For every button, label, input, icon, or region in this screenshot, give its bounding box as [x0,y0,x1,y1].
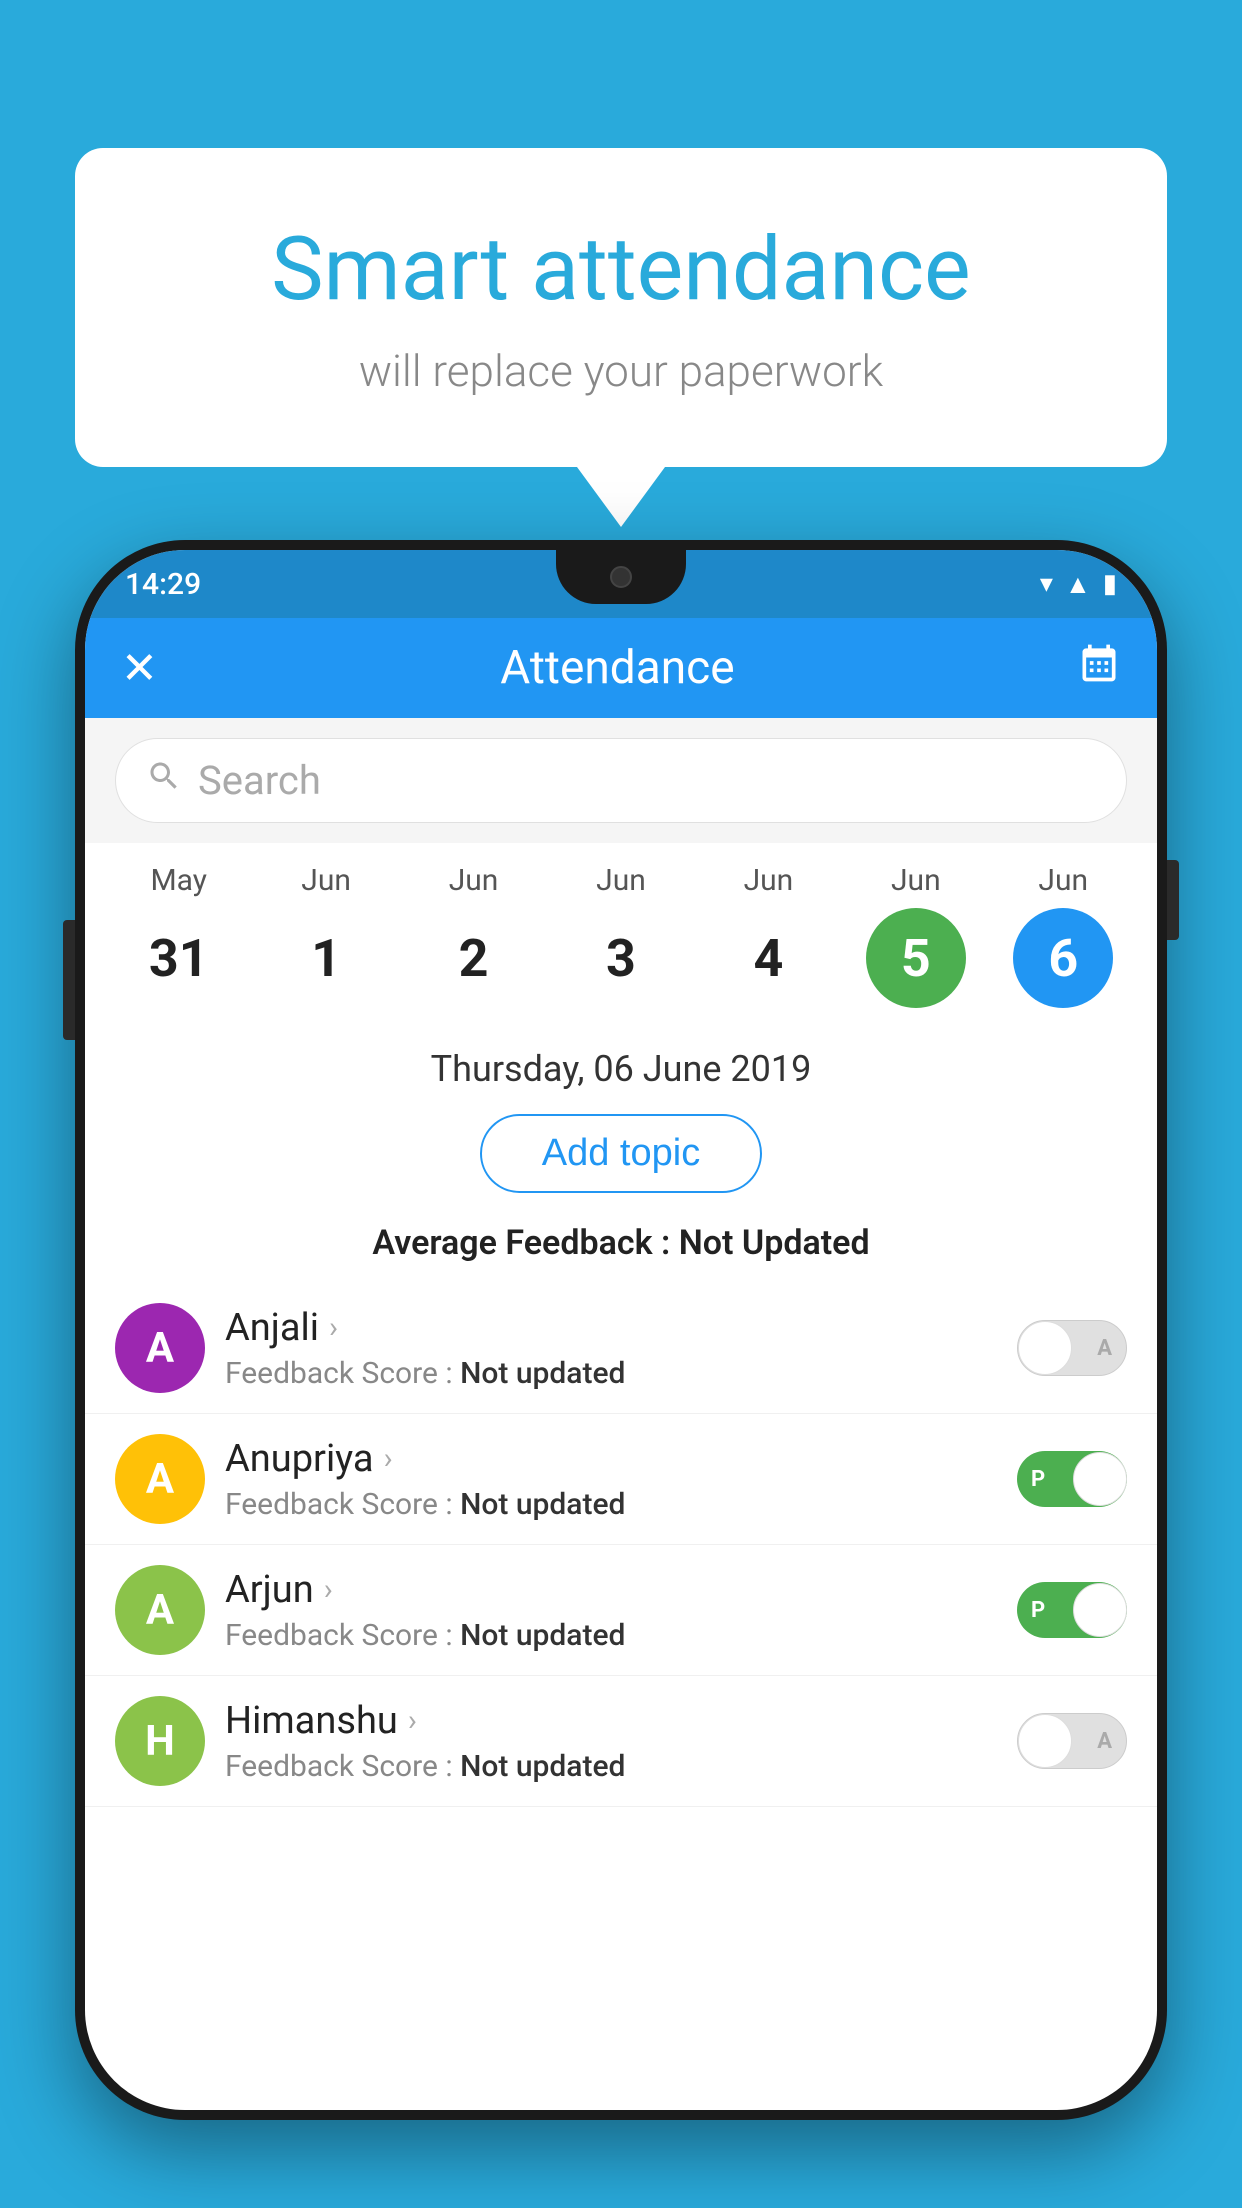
student-item[interactable]: A Anjali› Feedback Score : Not updated A [85,1283,1157,1414]
cal-month-label: May [150,863,206,898]
student-name: Arjun› [225,1568,997,1612]
calendar-day-6[interactable]: Jun 6 [990,863,1137,1008]
feedback-score: Feedback Score : Not updated [225,1487,997,1522]
chevron-icon: › [408,1703,417,1738]
signal-icon: ▲ [1065,569,1091,600]
search-bar[interactable]: Search [115,738,1127,823]
student-name: Anupriya› [225,1437,997,1481]
avg-feedback-value: Not Updated [679,1223,870,1263]
calendar-strip: May 31 Jun 1 Jun 2 Jun 3 Jun 4 Jun 5 Jun 6 [85,843,1157,1024]
feedback-score: Feedback Score : Not updated [225,1618,997,1653]
app-bar-title: Attendance [158,641,1077,695]
search-container: Search [85,718,1157,843]
cal-day-number: 2 [424,908,524,1008]
add-topic-container: Add topic [85,1106,1157,1213]
toggle-container[interactable]: P [1017,1582,1127,1638]
chevron-icon: › [329,1310,338,1345]
calendar-day-3[interactable]: Jun 3 [547,863,694,1008]
cal-day-number: 6 [1013,908,1113,1008]
student-info: Anjali› Feedback Score : Not updated [225,1306,997,1391]
cal-day-number: 1 [276,908,376,1008]
wifi-icon: ▾ [1040,569,1053,599]
student-avatar: A [115,1434,205,1524]
toggle-label: P [1031,1467,1045,1492]
toggle-container[interactable]: A [1017,1320,1127,1376]
attendance-toggle[interactable]: A [1017,1713,1127,1769]
cal-day-number: 31 [129,908,229,1008]
cal-day-number: 5 [866,908,966,1008]
student-info: Himanshu› Feedback Score : Not updated [225,1699,997,1784]
calendar-day-0[interactable]: May 31 [105,863,252,1008]
toggle-thumb [1073,1583,1127,1637]
calendar-day-5[interactable]: Jun 5 [842,863,989,1008]
cal-month-label: Jun [1038,863,1088,898]
calendar-day-2[interactable]: Jun 2 [400,863,547,1008]
cal-day-number: 4 [718,908,818,1008]
speech-bubble-tail [577,467,665,527]
phone-screen: 14:29 ▾ ▲ ▮ ✕ Attendance [85,550,1157,2110]
selected-date: Thursday, 06 June 2019 [85,1024,1157,1106]
toggle-thumb [1018,1321,1072,1375]
student-item[interactable]: A Arjun› Feedback Score : Not updated P [85,1545,1157,1676]
calendar-day-1[interactable]: Jun 1 [252,863,399,1008]
phone-shell: 14:29 ▾ ▲ ▮ ✕ Attendance [75,540,1167,2120]
phone-container: 14:29 ▾ ▲ ▮ ✕ Attendance [75,540,1167,2120]
toggle-thumb [1018,1714,1072,1768]
toggle-label: P [1031,1598,1045,1623]
cal-month-label: Jun [449,863,499,898]
cal-month-label: Jun [744,863,794,898]
attendance-toggle[interactable]: P [1017,1582,1127,1638]
add-topic-button[interactable]: Add topic [480,1114,762,1193]
student-avatar: A [115,1303,205,1393]
status-time: 14:29 [125,567,201,602]
student-item[interactable]: H Himanshu› Feedback Score : Not updated A [85,1676,1157,1807]
avg-feedback-label: Average Feedback : [372,1223,678,1263]
cal-month-label: Jun [596,863,646,898]
student-info: Arjun› Feedback Score : Not updated [225,1568,997,1653]
attendance-toggle[interactable]: P [1017,1451,1127,1507]
student-list: AAnjali›Feedback Score : Not updatedAAAn… [85,1283,1157,1807]
student-item[interactable]: A Anupriya› Feedback Score : Not updated P [85,1414,1157,1545]
chevron-icon: › [324,1572,333,1607]
attendance-toggle[interactable]: A [1017,1320,1127,1376]
speech-bubble: Smart attendance will replace your paper… [75,148,1167,467]
student-avatar: H [115,1696,205,1786]
battery-icon: ▮ [1103,569,1117,599]
camera-dot [610,566,632,588]
feedback-score: Feedback Score : Not updated [225,1749,997,1784]
toggle-thumb [1073,1452,1127,1506]
status-bar: 14:29 ▾ ▲ ▮ [85,550,1157,618]
toggle-label: A [1097,1729,1112,1754]
feedback-score: Feedback Score : Not updated [225,1356,997,1391]
cal-month-label: Jun [301,863,351,898]
student-name: Himanshu› [225,1699,997,1743]
cal-day-number: 3 [571,908,671,1008]
calendar-day-4[interactable]: Jun 4 [695,863,842,1008]
student-name: Anjali› [225,1306,997,1350]
calendar-icon[interactable] [1077,641,1121,696]
close-icon[interactable]: ✕ [121,642,158,694]
speech-bubble-subtitle: will replace your paperwork [135,345,1107,397]
speech-bubble-wrapper: Smart attendance will replace your paper… [75,148,1167,527]
toggle-container[interactable]: A [1017,1713,1127,1769]
calendar-months: May 31 Jun 1 Jun 2 Jun 3 Jun 4 Jun 5 Jun 6 [105,863,1137,1008]
chevron-icon: › [384,1441,393,1476]
app-bar: ✕ Attendance [85,618,1157,718]
avg-feedback: Average Feedback : Not Updated [85,1213,1157,1283]
student-avatar: A [115,1565,205,1655]
toggle-label: A [1097,1336,1112,1361]
search-placeholder: Search [198,757,321,804]
status-icons: ▾ ▲ ▮ [1040,569,1117,600]
speech-bubble-title: Smart attendance [135,218,1107,321]
cal-month-label: Jun [891,863,941,898]
student-info: Anupriya› Feedback Score : Not updated [225,1437,997,1522]
search-icon [146,758,182,803]
notch [556,550,686,604]
toggle-container[interactable]: P [1017,1451,1127,1507]
